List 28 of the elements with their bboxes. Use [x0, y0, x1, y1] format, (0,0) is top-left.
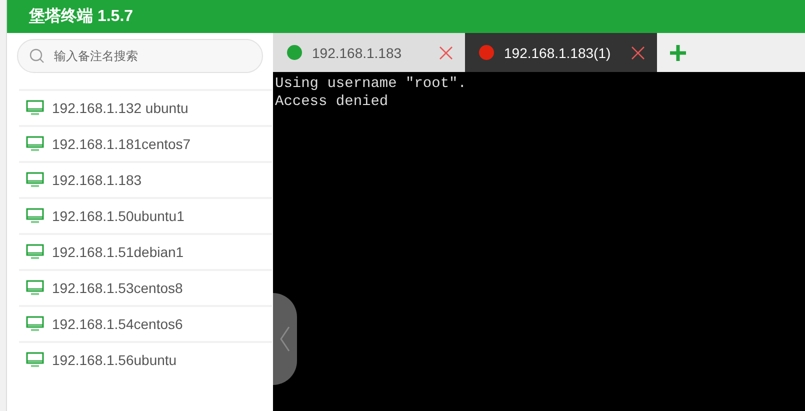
- session-tab[interactable]: 192.168.1.183(1): [465, 33, 657, 72]
- search-field[interactable]: 输入备注名搜索: [17, 39, 263, 73]
- terminal-line: Access denied: [275, 93, 390, 111]
- monitor-icon: [26, 316, 44, 332]
- host-item[interactable]: 192.168.1.53centos8: [19, 269, 272, 305]
- host-item[interactable]: 192.168.1.56ubuntu: [19, 341, 272, 377]
- close-icon[interactable]: [631, 46, 645, 60]
- window-title: 堡塔终端 1.5.7: [29, 6, 134, 27]
- host-item[interactable]: 192.168.1.181centos7: [19, 125, 272, 161]
- monitor-icon: [26, 100, 44, 116]
- plus-icon: [669, 44, 687, 62]
- host-item[interactable]: 192.168.1.183: [19, 161, 272, 197]
- monitor-icon: [26, 208, 44, 224]
- monitor-icon: [26, 244, 44, 260]
- host-item[interactable]: 192.168.1.54centos6: [19, 305, 272, 341]
- collapse-handle[interactable]: [273, 293, 297, 385]
- close-icon[interactable]: [439, 46, 453, 60]
- monitor-icon: [26, 280, 44, 296]
- host-item[interactable]: 192.168.1.51debian1: [19, 233, 272, 269]
- monitor-icon: [26, 352, 44, 368]
- host-item[interactable]: 192.168.1.132 ubuntu: [19, 89, 272, 125]
- monitor-icon: [26, 136, 44, 152]
- session-tab[interactable]: 192.168.1.183: [273, 33, 465, 72]
- chevron-icon: [279, 326, 291, 352]
- terminal-line: Using username "root".: [275, 75, 468, 93]
- search-icon: [29, 48, 45, 64]
- monitor-icon: [26, 172, 44, 188]
- host-item[interactable]: 192.168.1.50ubuntu1: [19, 197, 272, 233]
